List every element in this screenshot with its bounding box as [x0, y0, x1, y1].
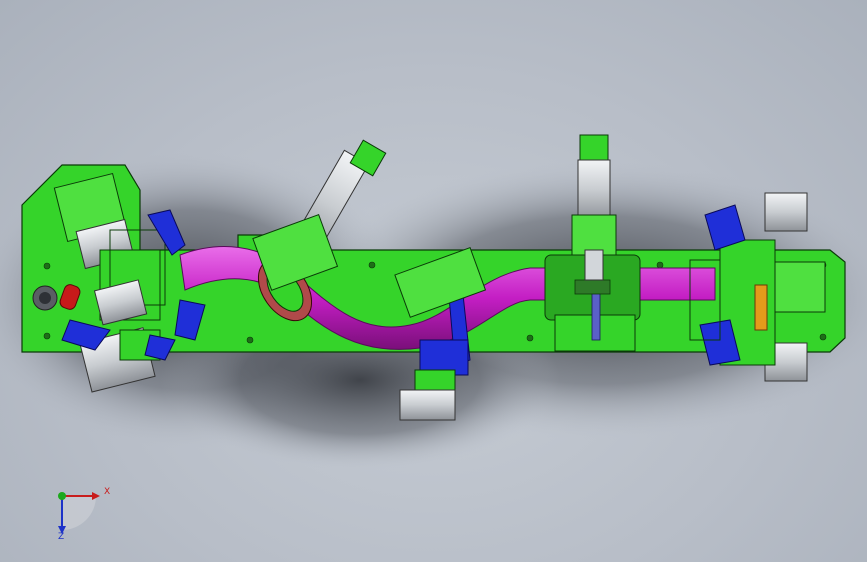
- fixture-model[interactable]: [0, 0, 867, 562]
- locating-pin[interactable]: [32, 285, 58, 311]
- cad-viewport[interactable]: X Z: [0, 0, 867, 562]
- z-axis-label: Z: [58, 532, 65, 542]
- x-axis-label: X: [104, 487, 111, 497]
